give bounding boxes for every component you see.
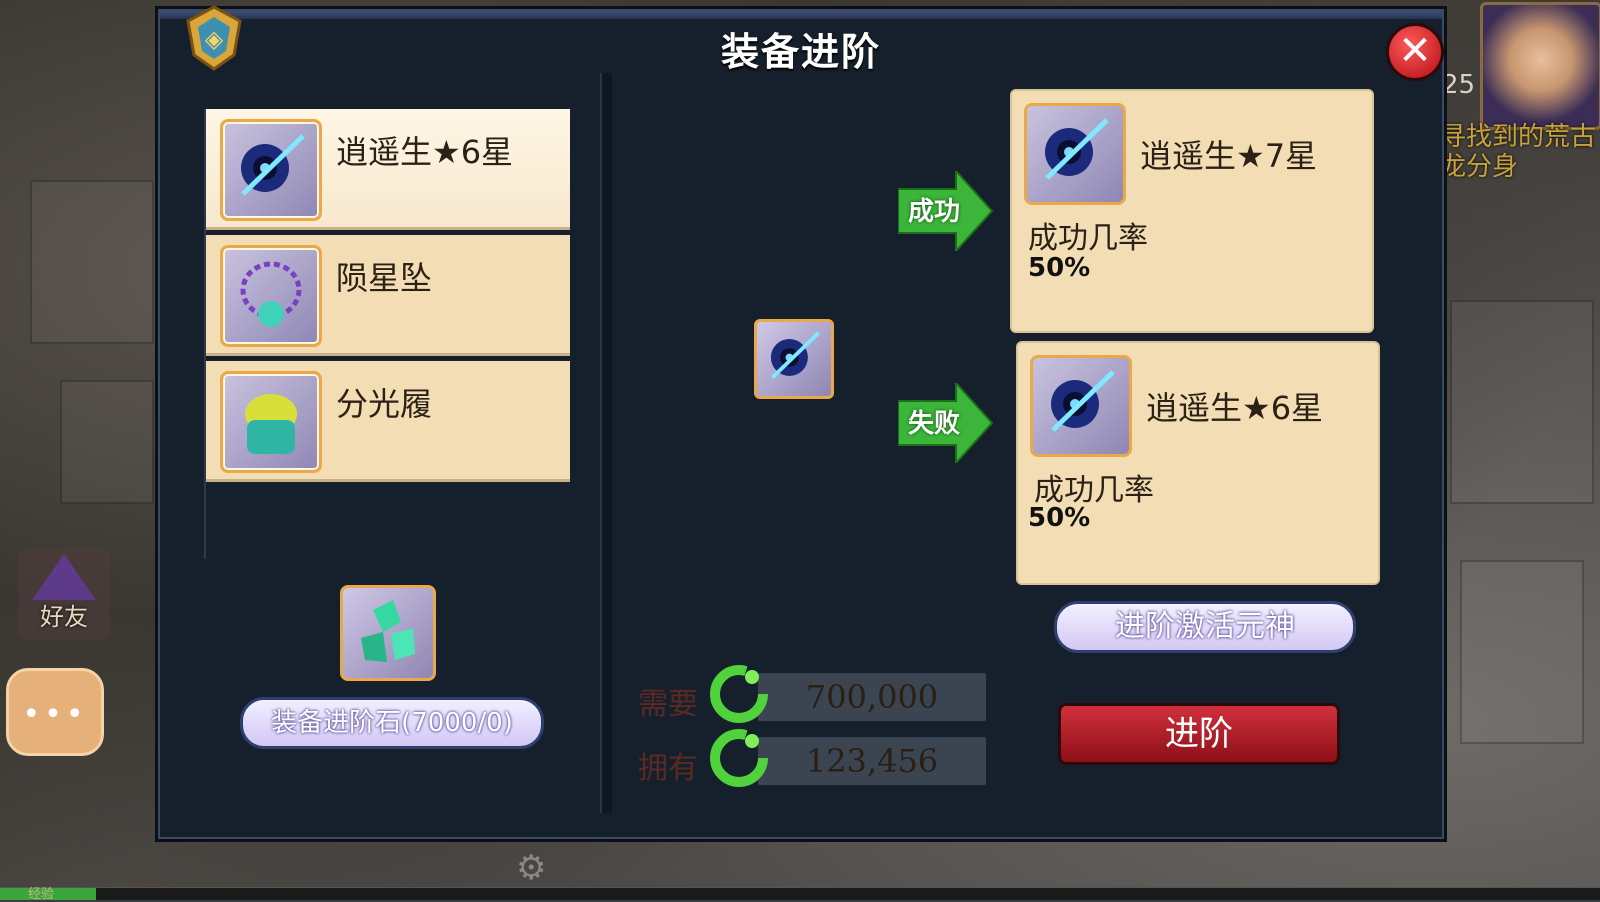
quest-line: 龙分身 xyxy=(1440,152,1519,182)
dialog-top-bar xyxy=(160,11,1442,19)
weapon-icon xyxy=(1030,355,1132,457)
failure-item-name: 逍遥生★6星 xyxy=(1146,389,1324,427)
dialog-title: 装备进阶 xyxy=(720,30,881,74)
quest-tracker[interactable]: 寻找到的荒古 龙分身 xyxy=(1440,122,1596,182)
boots-icon xyxy=(220,371,322,473)
building-tile xyxy=(60,380,154,504)
friend-button[interactable]: 好友 xyxy=(18,548,110,640)
success-label: 成功 xyxy=(908,197,961,227)
activate-spirit-button[interactable]: 进阶激活元神 xyxy=(1054,601,1356,653)
failure-arrow: 失败 xyxy=(897,380,994,466)
settings-gear-icon[interactable]: ⚙ xyxy=(516,848,546,888)
friend-label: 好友 xyxy=(40,603,88,631)
building-tile xyxy=(1460,560,1584,744)
failure-rate-value: 50% xyxy=(1028,503,1091,533)
panel-divider xyxy=(600,73,612,813)
avatar-level: 25 xyxy=(1442,70,1476,100)
failure-label: 失败 xyxy=(908,409,961,439)
building-tile xyxy=(1450,300,1594,504)
chat-bubble-icon: ••• xyxy=(22,697,88,732)
weapon-icon xyxy=(220,119,322,221)
hat-icon xyxy=(32,554,96,600)
player-avatar[interactable] xyxy=(1480,2,1600,130)
have-label: 拥有 xyxy=(638,751,698,786)
equipment-list-item[interactable]: 逍遥生★6星 xyxy=(206,109,570,230)
experience-label: 经验 xyxy=(28,887,55,902)
equipment-list-item[interactable]: 分光履 xyxy=(206,361,570,482)
building-tile xyxy=(30,180,154,344)
close-button[interactable]: ✕ xyxy=(1386,23,1444,81)
weapon-icon[interactable] xyxy=(754,319,834,399)
advance-button[interactable]: 进阶 xyxy=(1058,703,1340,765)
success-arrow: 成功 xyxy=(897,168,994,254)
green-dragon-coin-icon xyxy=(710,665,768,723)
cost-need-row: 需要 700,000 xyxy=(638,665,988,723)
quest-line: 寻找到的荒古 xyxy=(1440,122,1597,152)
experience-bar: 经验 xyxy=(0,887,1600,902)
equipment-name: 分光履 xyxy=(336,385,433,423)
failure-result-card: 逍遥生★6星 成功几率 50% xyxy=(1016,341,1380,585)
cost-have-row: 拥有 123,456 xyxy=(638,729,988,787)
success-item-name: 逍遥生★7星 xyxy=(1140,137,1318,175)
equipment-list-item[interactable]: 陨星坠 xyxy=(206,235,570,356)
equipment-name: 逍遥生★6星 xyxy=(336,133,514,171)
advance-stone-label: 装备进阶石(7000/0) xyxy=(240,697,544,749)
success-rate-label: 成功几率 xyxy=(1028,221,1148,256)
equipment-advance-dialog: ◈ 装备进阶 ✕ 逍遥生★6星 陨星坠 分光履 装备进阶石(7000/0) 成功… xyxy=(158,5,1444,839)
advance-stone-icon[interactable] xyxy=(340,585,436,681)
necklace-icon xyxy=(220,245,322,347)
green-dragon-coin-icon xyxy=(710,729,768,787)
success-rate-value: 50% xyxy=(1028,253,1091,283)
need-label: 需要 xyxy=(638,687,698,722)
need-value: 700,000 xyxy=(758,673,986,721)
chat-button[interactable]: ••• xyxy=(6,668,104,756)
weapon-icon xyxy=(1024,103,1126,205)
equipment-list: 逍遥生★6星 陨星坠 分光履 xyxy=(204,109,570,559)
equipment-name: 陨星坠 xyxy=(336,259,433,297)
have-value: 123,456 xyxy=(758,737,986,785)
success-result-card: 逍遥生★7星 成功几率 50% xyxy=(1010,89,1374,333)
